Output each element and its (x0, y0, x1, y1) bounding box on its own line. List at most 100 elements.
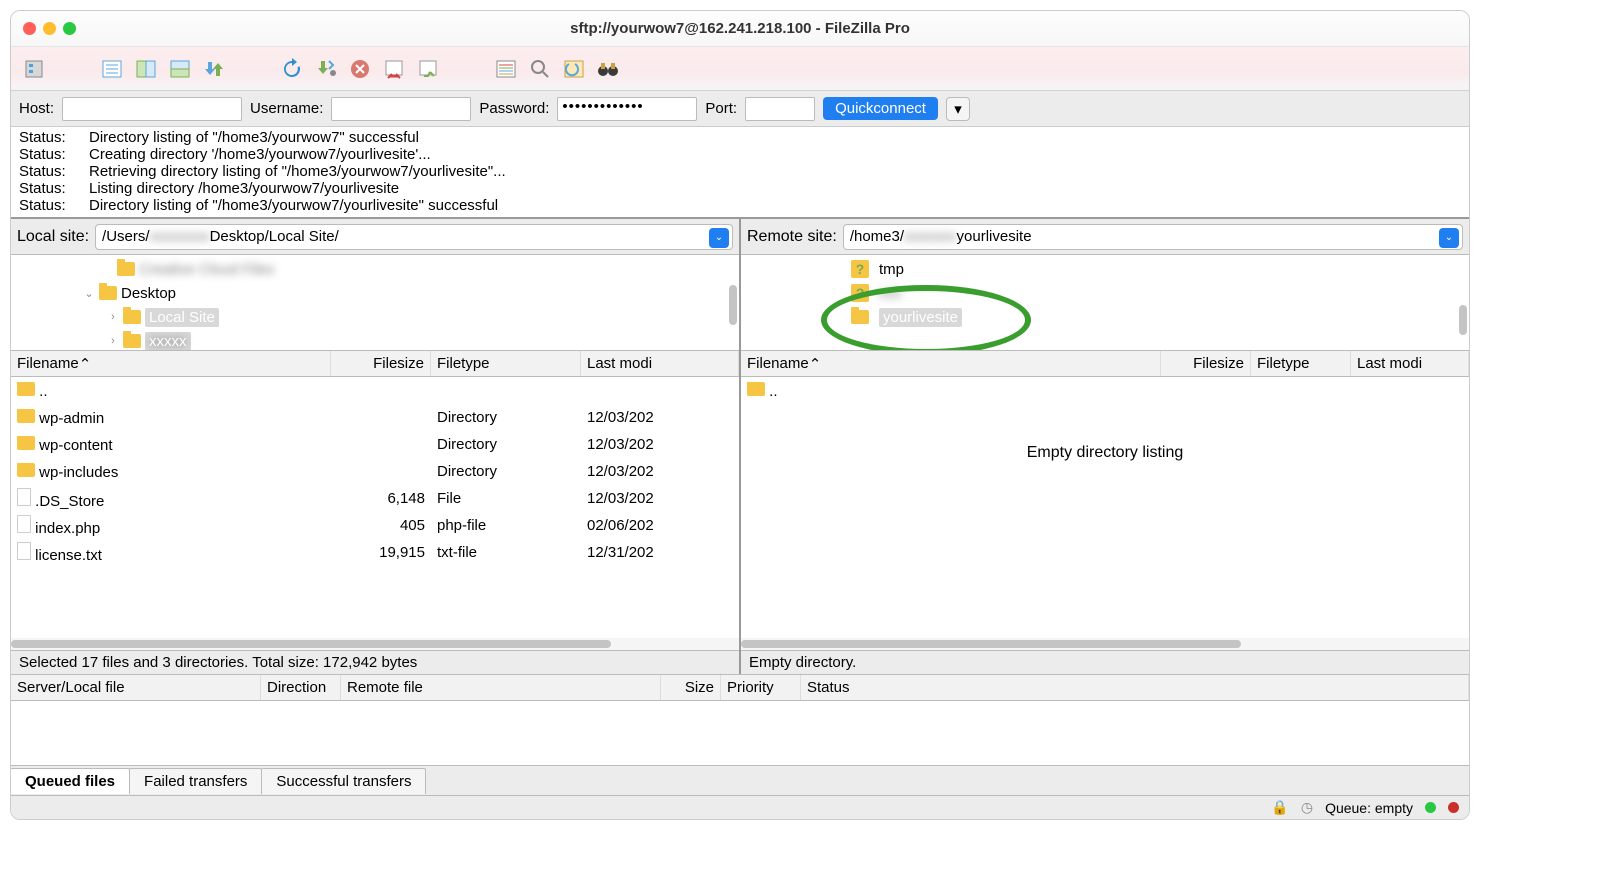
tree-item[interactable]: Desktop (121, 285, 176, 302)
folder-icon (17, 436, 35, 450)
file-row[interactable]: index.php405php-file02/06/202 (11, 512, 739, 539)
folder-icon (851, 310, 869, 324)
file-row[interactable]: .. (11, 377, 739, 404)
log-message: Creating directory '/home3/yourwow7/your… (89, 146, 431, 163)
password-input[interactable]: ••••••••••••• (557, 97, 697, 121)
remote-file-list[interactable]: .. Empty directory listing (741, 377, 1469, 638)
col-lastmod[interactable]: Last modi (581, 351, 739, 376)
queue-status: Queue: empty (1325, 800, 1413, 816)
remote-tree[interactable]: ?tmp ?xxx yourlivesite (741, 255, 1469, 351)
reconnect-icon[interactable] (413, 54, 443, 84)
clock-icon[interactable]: ◷ (1301, 799, 1313, 816)
chevron-down-icon[interactable]: ⌄ (1439, 228, 1459, 248)
username-input[interactable] (331, 97, 471, 121)
file-row[interactable]: .. (741, 377, 1469, 404)
col-filesize[interactable]: Filesize (331, 351, 431, 376)
username-label: Username: (250, 100, 323, 117)
local-site-input[interactable]: /Users/xxxxxxxxDesktop/Local Site/ ⌄ (95, 224, 733, 250)
file-row[interactable]: license.txt19,915txt-file12/31/202 (11, 539, 739, 566)
col-direction[interactable]: Direction (261, 675, 341, 700)
quickconnect-button[interactable]: Quickconnect (823, 97, 938, 120)
search-icon[interactable] (525, 54, 555, 84)
host-input[interactable] (62, 97, 242, 121)
quickconnect-dropdown-button[interactable]: ▾ (946, 97, 970, 121)
process-queue-icon[interactable] (311, 54, 341, 84)
scrollbar-vertical[interactable] (729, 265, 737, 335)
file-modified: 02/06/202 (581, 517, 739, 534)
port-input[interactable] (745, 97, 815, 121)
col-filename[interactable]: Filename ⌃ (741, 351, 1161, 376)
binoculars-icon[interactable] (593, 54, 623, 84)
disconnect-icon[interactable] (379, 54, 409, 84)
file-row[interactable]: wp-contentDirectory12/03/202 (11, 431, 739, 458)
scrollbar-horizontal[interactable] (741, 638, 1469, 650)
window-title: sftp://yourwow7@162.241.218.100 - FileZi… (11, 20, 1469, 37)
log-label: Status: (19, 197, 89, 214)
folder-icon (117, 262, 135, 276)
file-row[interactable]: wp-adminDirectory12/03/202 (11, 404, 739, 431)
toggle-remote-tree-icon[interactable] (165, 54, 195, 84)
remote-status: Empty directory. (741, 650, 1469, 674)
col-filename[interactable]: Filename ⌃ (11, 351, 331, 376)
compare-icon[interactable] (559, 54, 589, 84)
scrollbar-horizontal[interactable] (11, 638, 739, 650)
status-indicator-red (1448, 802, 1459, 813)
toggle-log-icon[interactable] (97, 54, 127, 84)
local-file-list[interactable]: .. wp-adminDirectory12/03/202 wp-content… (11, 377, 739, 638)
remote-site-label: Remote site: (747, 228, 837, 246)
status-indicator-green (1425, 802, 1436, 813)
tab-queued-files[interactable]: Queued files (10, 768, 130, 794)
col-priority[interactable]: Priority (721, 675, 801, 700)
scrollbar-vertical[interactable] (1459, 265, 1467, 335)
local-pane: Local site: /Users/xxxxxxxxDesktop/Local… (11, 219, 739, 674)
col-lastmod[interactable]: Last modi (1351, 351, 1469, 376)
tree-item-selected[interactable]: Local Site (145, 308, 219, 327)
tree-item[interactable]: xxx (879, 285, 902, 302)
log-label: Status: (19, 163, 89, 180)
tree-item-selected[interactable]: yourlivesite (879, 308, 962, 327)
local-tree[interactable]: Creative Cloud Files ⌄Desktop ›Local Sit… (11, 255, 739, 351)
file-type: txt-file (431, 544, 581, 561)
folder-icon (17, 409, 35, 423)
toggle-queue-icon[interactable] (199, 54, 229, 84)
file-type: File (431, 490, 581, 507)
file-name: wp-content (39, 437, 112, 454)
tab-successful-transfers[interactable]: Successful transfers (261, 768, 426, 794)
file-modified: 12/03/202 (581, 490, 739, 507)
tree-item[interactable]: tmp (879, 261, 904, 278)
col-remote-file[interactable]: Remote file (341, 675, 661, 700)
transfer-queue[interactable] (11, 701, 1469, 765)
bottom-status-bar: 🔒 ◷ Queue: empty (11, 795, 1469, 819)
refresh-icon[interactable] (277, 54, 307, 84)
file-row[interactable]: wp-includesDirectory12/03/202 (11, 458, 739, 485)
file-row[interactable]: .DS_Store6,148File12/03/202 (11, 485, 739, 512)
file-modified: 12/03/202 (581, 409, 739, 426)
local-site-label: Local site: (17, 228, 89, 246)
col-size[interactable]: Size (661, 675, 721, 700)
col-status[interactable]: Status (801, 675, 1469, 700)
col-filetype[interactable]: Filetype (431, 351, 581, 376)
tree-item[interactable]: xxxxx (145, 332, 191, 351)
chevron-down-icon[interactable]: ⌄ (709, 228, 729, 248)
file-name: index.php (35, 520, 100, 537)
remote-pane: Remote site: /home3/xxxxxxxyourlivesite … (739, 219, 1469, 674)
unknown-folder-icon: ? (851, 260, 869, 278)
filter-icon[interactable] (491, 54, 521, 84)
col-filetype[interactable]: Filetype (1251, 351, 1351, 376)
cancel-icon[interactable] (345, 54, 375, 84)
toolbar (11, 47, 1469, 91)
file-size: 405 (331, 517, 431, 534)
lock-icon[interactable]: 🔒 (1271, 799, 1288, 816)
col-filesize[interactable]: Filesize (1161, 351, 1251, 376)
folder-icon (17, 463, 35, 477)
file-panes: Local site: /Users/xxxxxxxxDesktop/Local… (11, 219, 1469, 675)
log-message: Retrieving directory listing of "/home3/… (89, 163, 506, 180)
sort-asc-icon: ⌃ (79, 355, 92, 373)
col-server-file[interactable]: Server/Local file (11, 675, 261, 700)
toggle-local-tree-icon[interactable] (131, 54, 161, 84)
file-type: Directory (431, 409, 581, 426)
tab-failed-transfers[interactable]: Failed transfers (129, 768, 262, 794)
remote-site-input[interactable]: /home3/xxxxxxxyourlivesite ⌄ (843, 224, 1463, 250)
message-log[interactable]: Status:Directory listing of "/home3/your… (11, 127, 1469, 219)
site-manager-icon[interactable] (19, 54, 49, 84)
